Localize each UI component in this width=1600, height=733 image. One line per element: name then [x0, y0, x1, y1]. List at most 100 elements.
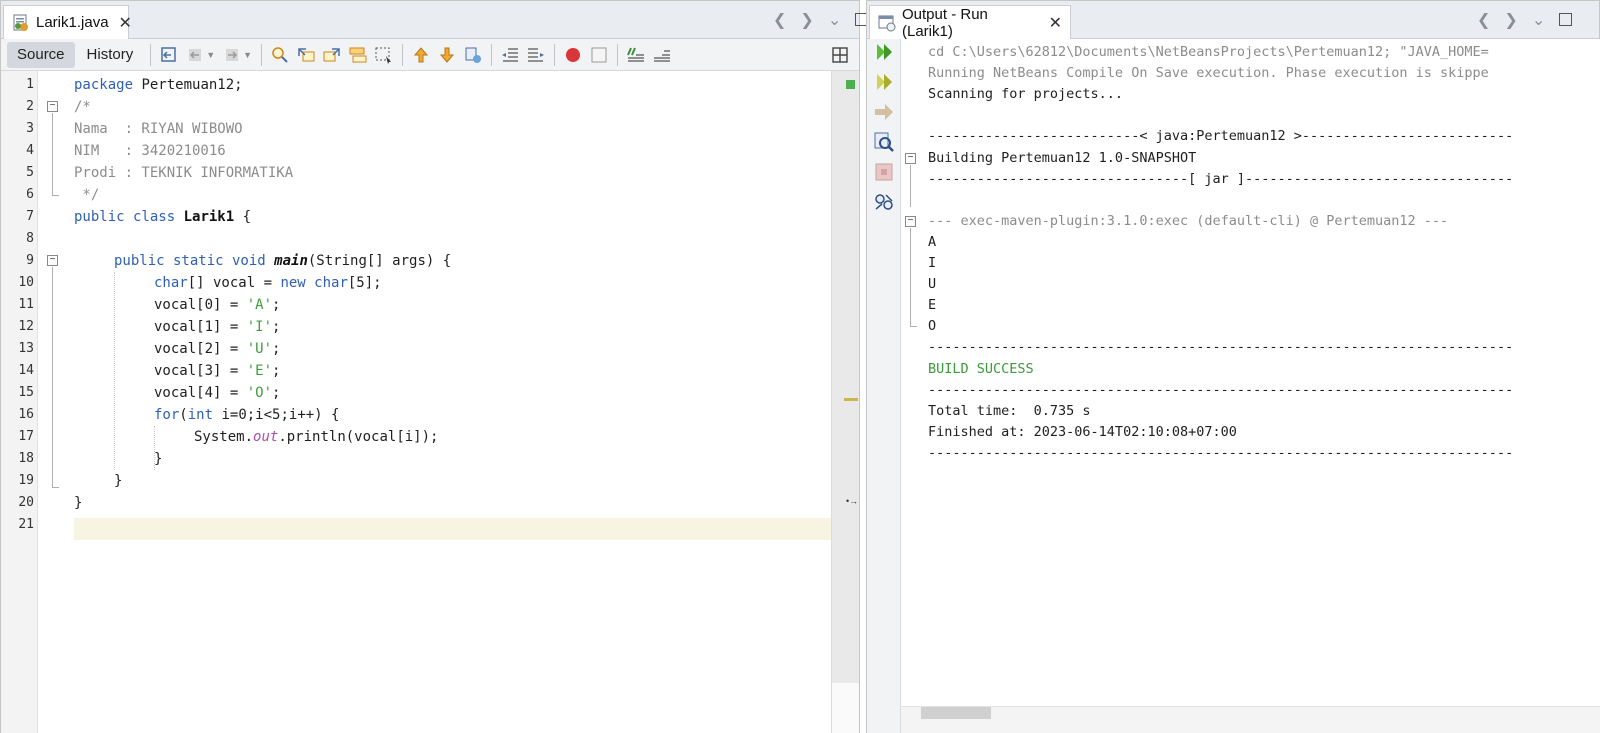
- error-stripe[interactable]: •→: [831, 71, 859, 683]
- code-line-6: */: [74, 187, 100, 203]
- comment-icon[interactable]: [626, 45, 646, 65]
- output-line: A: [928, 233, 937, 250]
- editor-tab-nav: ❮ ❯ ⌄: [773, 10, 869, 30]
- output-line: O: [928, 318, 937, 335]
- shift-left-icon[interactable]: [500, 45, 520, 65]
- fold-guide: [910, 228, 911, 326]
- code-line-14: vocal[3] = 'E';: [154, 363, 281, 379]
- output-line: BUILD SUCCESS: [928, 360, 1034, 377]
- line-number: 11: [18, 297, 34, 312]
- fold-guide: [52, 113, 53, 195]
- scroll-tabs-left-icon[interactable]: ❮: [773, 10, 786, 30]
- maximize-window-icon[interactable]: [1559, 13, 1573, 26]
- collapse-build-icon[interactable]: −: [905, 153, 916, 164]
- editor-tab[interactable]: Larik1.java ✕: [3, 5, 132, 39]
- output-tab-nav: ❮ ❯ ⌄: [1477, 10, 1573, 30]
- line-number: 8: [26, 231, 34, 246]
- back-icon[interactable]: [185, 45, 205, 65]
- output-window-icon: [878, 14, 896, 32]
- tab-list-chevron-icon[interactable]: ⌄: [1532, 10, 1545, 30]
- history-button[interactable]: History: [77, 42, 144, 68]
- toolbar-separator: [491, 43, 493, 66]
- stop-macro-icon[interactable]: [589, 45, 609, 65]
- scroll-tabs-left-icon[interactable]: ❮: [1477, 10, 1490, 30]
- settings-icon[interactable]: [873, 191, 895, 213]
- find-previous-icon[interactable]: [296, 45, 316, 65]
- line-number: 5: [26, 165, 34, 180]
- find-icon[interactable]: [873, 131, 895, 153]
- output-tabstrip: Output - Run (Larik1) ✕ ❮ ❯ ⌄: [867, 1, 1599, 40]
- close-tab-icon[interactable]: ✕: [119, 13, 132, 33]
- close-output-tab-icon[interactable]: ✕: [1049, 13, 1062, 33]
- last-edit-icon[interactable]: [159, 45, 179, 65]
- toggle-rect-selection-icon[interactable]: [374, 45, 394, 65]
- output-line: Total time: 0.735 s: [928, 402, 1091, 419]
- output-line: ----------------------------------------…: [928, 339, 1514, 356]
- continue-icon[interactable]: [873, 101, 895, 123]
- find-icon[interactable]: [270, 45, 290, 65]
- output-line: U: [928, 276, 937, 293]
- code-line-5: Prodi : TEKNIK INFORMATIKA: [74, 165, 294, 181]
- fold-end-marker: [52, 195, 59, 196]
- code-editor[interactable]: package Pertemuan12; /* Nama : RIYAN WIB…: [68, 71, 831, 733]
- collapse-exec-icon[interactable]: −: [905, 216, 916, 227]
- shift-right-icon[interactable]: [526, 45, 546, 65]
- editor-tab-label: Larik1.java: [36, 14, 109, 31]
- rerun-with-options-icon[interactable]: [873, 71, 895, 93]
- output-line: Finished at: 2023-06-14T02:10:08+07:00: [928, 423, 1237, 440]
- collapse-method-icon[interactable]: −: [47, 255, 58, 266]
- scroll-tabs-right-icon[interactable]: ❯: [1504, 10, 1517, 30]
- previous-bookmark-icon[interactable]: [411, 45, 431, 65]
- scrollbar-thumb[interactable]: [921, 707, 991, 719]
- line-number: 16: [18, 407, 34, 422]
- code-line-16: for(int i=0;i<5;i++) {: [154, 407, 340, 423]
- output-tab[interactable]: Output - Run (Larik1) ✕: [869, 5, 1071, 40]
- line-number: 14: [18, 363, 34, 378]
- line-number: 6: [26, 187, 34, 202]
- fold-guide: [52, 267, 53, 487]
- line-number: 4: [26, 143, 34, 158]
- line-number: 20: [18, 495, 34, 510]
- line-number: 21: [18, 517, 34, 532]
- status-ok-indicator: [846, 80, 855, 89]
- forward-dropdown-icon[interactable]: ▼: [243, 50, 252, 60]
- current-line-highlight: [74, 518, 831, 540]
- toolbar-separator: [150, 43, 152, 66]
- line-number: 19: [18, 473, 34, 488]
- output-pane: Output - Run (Larik1) ✕ ❮ ❯ ⌄ − − cd C:\…: [866, 0, 1600, 733]
- line-number: 13: [18, 341, 34, 356]
- code-line-20: }: [74, 495, 83, 511]
- code-line-11: vocal[0] = 'A';: [154, 297, 281, 313]
- split-editor-icon[interactable]: [830, 45, 850, 65]
- scroll-tabs-right-icon[interactable]: ❯: [800, 10, 813, 30]
- output-fold-column: − −: [901, 39, 927, 706]
- output-line: ----------------------------------------…: [928, 444, 1514, 461]
- output-line: --------------------------------[ jar ]-…: [928, 170, 1514, 187]
- start-macro-icon[interactable]: [563, 45, 583, 65]
- code-line-4: NIM : 3420210016: [74, 143, 226, 159]
- next-bookmark-icon[interactable]: [437, 45, 457, 65]
- rerun-icon[interactable]: [873, 41, 895, 63]
- output-line: cd C:\Users\62812\Documents\NetBeansProj…: [928, 44, 1489, 60]
- code-fold-column: − −: [38, 71, 68, 733]
- tab-list-chevron-icon[interactable]: ⌄: [828, 10, 841, 30]
- stop-icon[interactable]: [873, 161, 895, 183]
- collapse-comment-icon[interactable]: −: [47, 101, 58, 112]
- code-line-17: System.out.println(vocal[i]);: [194, 429, 439, 445]
- back-dropdown-icon[interactable]: ▼: [206, 50, 215, 60]
- output-line: I: [928, 255, 937, 271]
- output-line: --- exec-maven-plugin:3.1.0:exec (defaul…: [928, 212, 1449, 229]
- line-number-gutter: 1 2 3 4 5 6 7 8 9 10 11 12 13 14 15 16 1…: [1, 71, 38, 733]
- source-button[interactable]: Source: [7, 41, 75, 68]
- line-number: 7: [26, 209, 34, 224]
- find-next-icon[interactable]: [322, 45, 342, 65]
- output-console[interactable]: cd C:\Users\62812\Documents\NetBeansProj…: [927, 39, 1600, 706]
- uncomment-icon[interactable]: [652, 45, 672, 65]
- toolbar-separator: [617, 43, 619, 66]
- forward-icon[interactable]: [222, 45, 242, 65]
- current-line-marker[interactable]: [844, 398, 858, 401]
- toggle-highlight-icon[interactable]: [348, 45, 368, 65]
- output-line: Building Pertemuan12 1.0-SNAPSHOT: [928, 149, 1197, 166]
- horizontal-scrollbar[interactable]: [901, 706, 1600, 733]
- toggle-bookmark-icon[interactable]: [463, 45, 483, 65]
